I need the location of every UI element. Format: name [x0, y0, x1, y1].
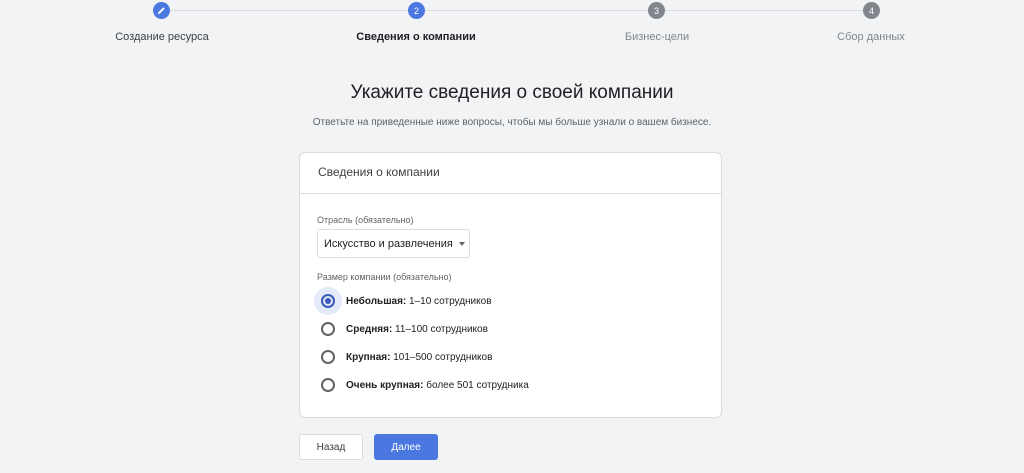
step-1-label[interactable]: Создание ресурса — [115, 31, 209, 43]
radio-button[interactable] — [321, 322, 335, 336]
step-1-circle[interactable] — [153, 2, 170, 19]
radio-button[interactable] — [321, 350, 335, 364]
step-2-label: Сведения о компании — [356, 31, 476, 43]
size-option-medium[interactable]: Средняя: 11–100 сотрудников — [314, 316, 488, 342]
radio-button[interactable] — [321, 294, 335, 308]
progress-stepper: 2 3 4 Создание ресурса Сведения о компан… — [0, 0, 1024, 50]
step-number: 4 — [868, 5, 874, 16]
step-3-label: Бизнес-цели — [624, 31, 690, 43]
size-option-detail: 1–10 сотрудников — [406, 295, 492, 307]
back-button[interactable]: Назад — [299, 434, 363, 460]
size-option-detail: 11–100 сотрудников — [392, 323, 488, 335]
radio-button[interactable] — [321, 378, 335, 392]
page-subtitle: Ответьте на приведенные ниже вопросы, чт… — [312, 117, 712, 128]
size-option-detail: более 501 сотрудника — [423, 379, 529, 391]
industry-label: Отрасль (обязательно) — [317, 215, 414, 225]
size-option-label: Очень крупная: более 501 сотрудника — [346, 380, 529, 391]
radio-focus-halo — [314, 287, 342, 315]
step-4-label: Сбор данных — [837, 31, 905, 43]
company-details-card: Сведения о компании Отрасль (обязательно… — [299, 152, 722, 418]
step-number: 2 — [413, 5, 419, 16]
radio-dot — [325, 298, 331, 304]
step-4-circle: 4 — [863, 2, 880, 19]
radio-focus-halo — [314, 343, 342, 371]
step-connector — [170, 10, 408, 11]
size-option-name: Очень крупная: — [346, 379, 424, 391]
industry-select-value: Искусство и развлечения — [324, 237, 453, 250]
size-option-detail: 101–500 сотрудников — [390, 351, 493, 363]
size-option-name: Средняя: — [346, 323, 393, 335]
industry-select[interactable]: Искусство и развлечения — [317, 229, 470, 258]
size-option-very-large[interactable]: Очень крупная: более 501 сотрудника — [314, 372, 529, 398]
pencil-icon — [157, 7, 165, 15]
size-option-label: Средняя: 11–100 сотрудников — [346, 324, 488, 335]
step-3-circle: 3 — [648, 2, 665, 19]
size-option-label: Крупная: 101–500 сотрудников — [346, 352, 492, 363]
radio-focus-halo — [314, 315, 342, 343]
step-number: 3 — [653, 5, 659, 16]
size-option-label: Небольшая: 1–10 сотрудников — [346, 296, 492, 307]
caret-down-icon — [458, 241, 465, 246]
size-option-name: Небольшая: — [346, 295, 407, 307]
step-connector — [425, 10, 648, 11]
radio-focus-halo — [314, 371, 342, 399]
size-option-small[interactable]: Небольшая: 1–10 сотрудников — [314, 287, 492, 315]
step-2-circle: 2 — [408, 2, 425, 19]
size-option-name: Крупная: — [346, 351, 391, 363]
size-option-large[interactable]: Крупная: 101–500 сотрудников — [314, 344, 492, 370]
company-size-label: Размер компании (обязательно) — [317, 272, 452, 282]
card-title: Сведения о компании — [300, 153, 721, 194]
page-title: Укажите сведения о своей компании — [350, 82, 674, 103]
step-connector — [665, 10, 863, 11]
next-button[interactable]: Далее — [374, 434, 438, 460]
